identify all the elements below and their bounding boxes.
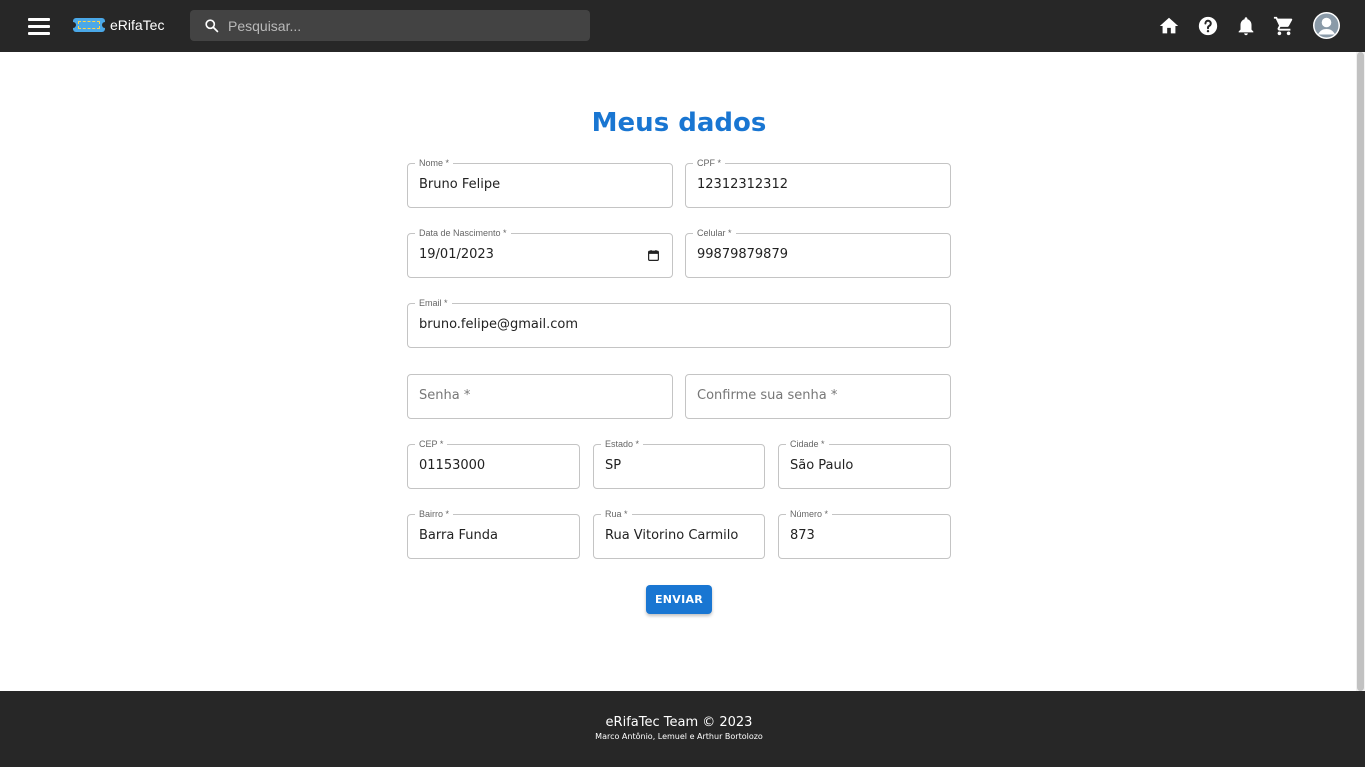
brand-name: eRifaTec bbox=[110, 17, 165, 33]
footer-copyright: eRifaTec Team © 2023 bbox=[605, 715, 753, 730]
home-icon[interactable] bbox=[1158, 15, 1180, 37]
page-scrollbar[interactable] bbox=[1356, 52, 1365, 691]
estado-label: Estado * bbox=[601, 438, 644, 450]
account-avatar[interactable] bbox=[1313, 12, 1340, 39]
cep-field[interactable]: CEP * 01153000 bbox=[407, 438, 580, 489]
estado-field[interactable]: Estado * SP bbox=[593, 438, 765, 489]
estado-value[interactable]: SP bbox=[605, 458, 621, 473]
senha-placeholder[interactable]: Senha * bbox=[419, 388, 470, 403]
cart-icon[interactable] bbox=[1273, 15, 1295, 37]
confirm-password-placeholder[interactable]: Confirme sua senha * bbox=[697, 388, 837, 403]
account-icon bbox=[1314, 13, 1339, 38]
bairro-label: Bairro * bbox=[415, 508, 454, 520]
email-field[interactable]: Email * bruno.felipe@gmail.com bbox=[407, 297, 951, 348]
nome-value[interactable]: Bruno Felipe bbox=[419, 177, 500, 192]
calendar-icon[interactable] bbox=[647, 249, 660, 262]
email-label: Email * bbox=[415, 297, 452, 309]
cep-label: CEP * bbox=[415, 438, 448, 450]
senha-field[interactable]: Senha * bbox=[407, 374, 673, 419]
cidade-label: Cidade * bbox=[786, 438, 829, 450]
celular-label: Celular * bbox=[693, 227, 736, 239]
footer-authors: Marco Antônio, Lemuel e Arthur Bortolozo bbox=[595, 732, 763, 741]
ticket-icon bbox=[70, 18, 108, 32]
celular-field[interactable]: Celular * 99879879879 bbox=[685, 227, 951, 278]
cep-value[interactable]: 01153000 bbox=[419, 458, 485, 473]
birthdate-value[interactable]: 19/01/2023 bbox=[419, 247, 494, 262]
bairro-field[interactable]: Bairro * Barra Funda bbox=[407, 508, 580, 559]
bell-icon[interactable] bbox=[1235, 15, 1257, 37]
search-icon bbox=[205, 19, 219, 33]
numero-label: Número * bbox=[786, 508, 833, 520]
nome-label: Nome * bbox=[415, 157, 454, 169]
page-title: Meus dados bbox=[591, 108, 767, 138]
help-icon[interactable] bbox=[1197, 15, 1219, 37]
search-input[interactable] bbox=[228, 10, 578, 41]
numero-value[interactable]: 873 bbox=[790, 528, 815, 543]
email-value[interactable]: bruno.felipe@gmail.com bbox=[419, 317, 578, 332]
celular-value[interactable]: 99879879879 bbox=[697, 247, 788, 262]
cpf-value[interactable]: 12312312312 bbox=[697, 177, 788, 192]
nome-field[interactable]: Nome * Bruno Felipe bbox=[407, 157, 673, 208]
footer: eRifaTec Team © 2023 Marco Antônio, Lemu… bbox=[0, 691, 1365, 767]
rua-value[interactable]: Rua Vitorino Carmilo bbox=[605, 528, 738, 543]
cidade-value[interactable]: São Paulo bbox=[790, 458, 853, 473]
app-bar: eRifaTec bbox=[0, 0, 1365, 52]
rua-field[interactable]: Rua * Rua Vitorino Carmilo bbox=[593, 508, 765, 559]
cpf-label: CPF * bbox=[693, 157, 726, 169]
birthdate-label: Data de Nascimento * bbox=[415, 227, 511, 239]
birthdate-field[interactable]: Data de Nascimento * 19/01/2023 bbox=[407, 227, 673, 278]
confirm-password-field[interactable]: Confirme sua senha * bbox=[685, 374, 951, 419]
search-bar[interactable] bbox=[190, 10, 590, 41]
brand-logo[interactable]: eRifaTec bbox=[70, 17, 165, 33]
menu-icon[interactable] bbox=[28, 16, 50, 36]
bairro-value[interactable]: Barra Funda bbox=[419, 528, 498, 543]
cpf-field[interactable]: CPF * 12312312312 bbox=[685, 157, 951, 208]
rua-label: Rua * bbox=[601, 508, 632, 520]
scrollbar-thumb[interactable] bbox=[1357, 52, 1364, 691]
cidade-field[interactable]: Cidade * São Paulo bbox=[778, 438, 951, 489]
submit-button[interactable]: ENVIAR bbox=[646, 585, 712, 614]
numero-field[interactable]: Número * 873 bbox=[778, 508, 951, 559]
